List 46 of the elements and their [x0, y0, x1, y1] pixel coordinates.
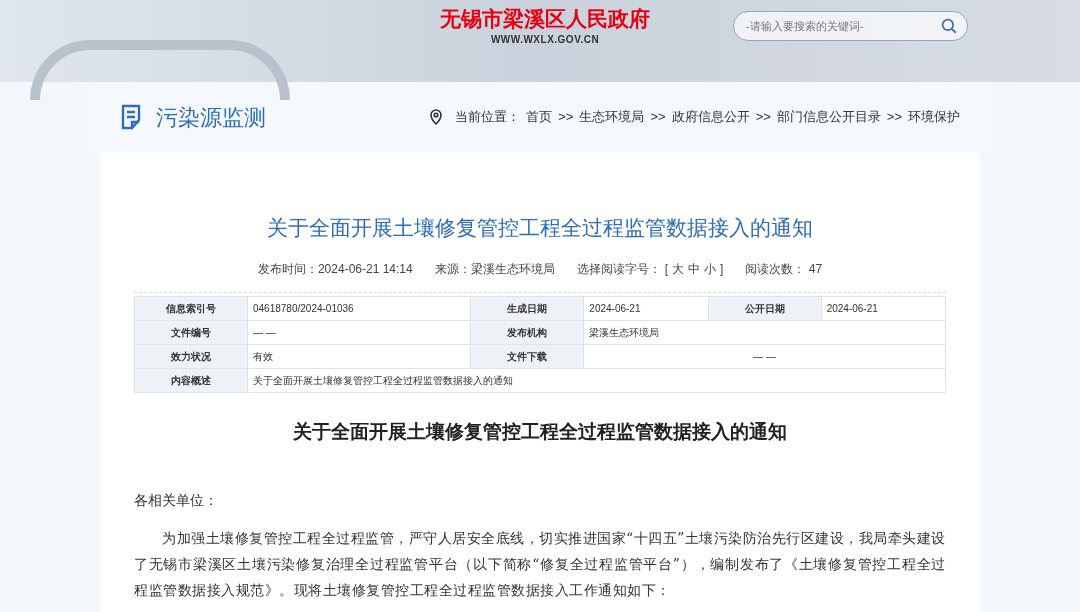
body-title: 关于全面开展土壤修复管控工程全过程监管数据接入的通知 — [292, 418, 788, 444]
breadcrumb-separator: >> — [558, 108, 574, 127]
font-size-link[interactable]: 大 — [672, 259, 685, 278]
table-cell: 关于全面开展土壤修复管控工程全过程监管数据接入的通知 — [247, 368, 946, 392]
table-header-cell: 文件编号 — [134, 320, 248, 344]
view-count: 阅读次数： 47 — [745, 260, 823, 278]
breadcrumb-separator: >> — [886, 108, 902, 127]
search-icon[interactable] — [940, 17, 958, 35]
table-header-cell: 公开日期 — [708, 296, 822, 320]
table-header-cell: 生成日期 — [470, 296, 584, 320]
table-header-cell: 效力状况 — [134, 344, 248, 368]
body-paragraph: 为加强土壤修复管控工程全过程监管，严守人居安全底线，切实推进国家“十四五”土壤污染防治先行区建设，我局牵头建设了无锡市梁溪区土壤污染修复治理全过程监管平台（以下简称“修复全过程监管平台”），编制发布了《土壤修复管控工程全过程监管数据接入规范》。现将土壤修复管控工程全过程监管数据接入工作通知如下： — [134, 529, 946, 600]
source-text: 来源：梁溪生态环境局 — [434, 260, 555, 278]
article-title: 关于全面开展土壤修复管控工程全过程监管数据接入的通知 — [266, 215, 814, 241]
publish-time: 发布时间：2024-06-21 14:14 — [257, 260, 413, 278]
table-cell: 梁溪生态环境局 — [583, 320, 946, 344]
table-cell: — — — [583, 344, 946, 368]
search-field[interactable]: -请输入要搜索的关键词- — [733, 11, 968, 41]
document-icon — [120, 104, 142, 130]
breadcrumb-link[interactable]: 环境保护 — [908, 107, 960, 127]
breadcrumb-link[interactable]: 部门信息公开目录 — [776, 107, 881, 127]
table-cell: 2024-06-21 — [583, 296, 709, 320]
table-header-cell: 信息索引号 — [134, 296, 248, 320]
font-size-link[interactable]: 小 — [704, 259, 717, 278]
breadcrumb-label: 当前位置： — [455, 108, 521, 127]
salutation: 各相关单位： — [134, 491, 219, 510]
table-header-cell: 内容概述 — [134, 368, 248, 392]
breadcrumb-link[interactable]: 政府信息公开 — [671, 107, 750, 127]
bracket-text: [ — [664, 260, 669, 278]
breadcrumb-separator: >> — [650, 108, 666, 127]
breadcrumb-link[interactable]: 首页 — [526, 107, 553, 127]
font-size-label: 选择阅读字号： — [576, 260, 661, 278]
table-cell: — — — [247, 320, 471, 344]
table-header-cell: 文件下载 — [470, 344, 584, 368]
site-name: 无锡市梁溪区人民政府 — [440, 6, 650, 33]
site-url: WWW.WXLX.GOV.CN — [490, 33, 600, 48]
table-cell: 04618780/2024-01036 — [247, 296, 471, 320]
breadcrumb-separator: >> — [755, 108, 771, 127]
table-header-cell: 发布机构 — [470, 320, 584, 344]
font-size-link[interactable]: 中 — [688, 259, 701, 278]
bracket-text: ] — [720, 260, 724, 278]
location-pin-icon — [429, 109, 444, 125]
section-title: 污染源监测 — [156, 103, 266, 132]
table-cell: 有效 — [247, 344, 471, 368]
breadcrumb-link[interactable]: 生态环境局 — [579, 107, 645, 127]
table-cell: 2024-06-21 — [821, 296, 946, 320]
